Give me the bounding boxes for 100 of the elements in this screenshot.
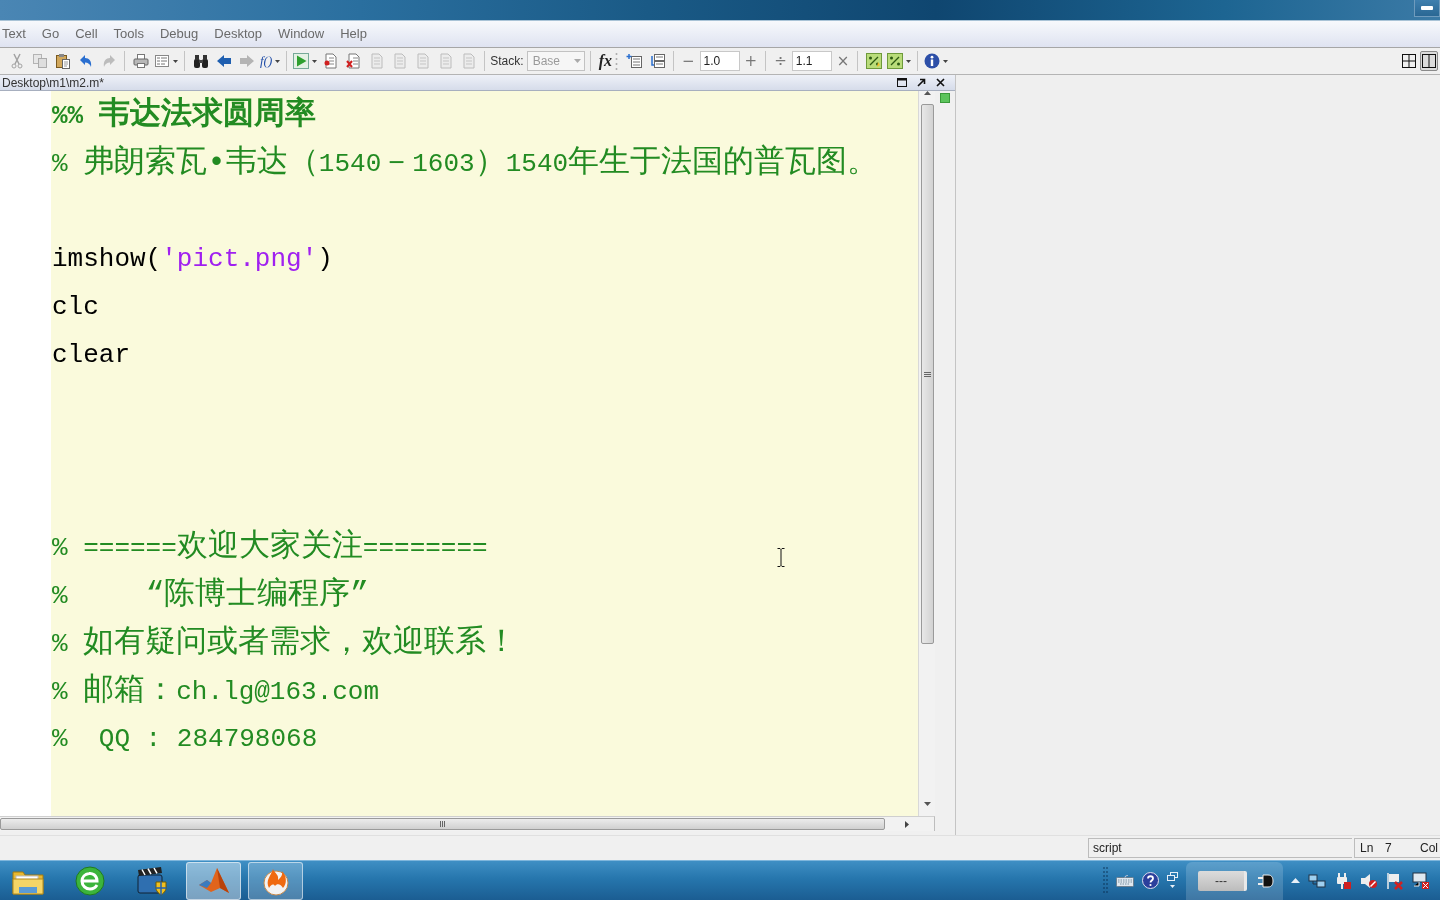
- battery-display: ---: [1198, 870, 1247, 891]
- flame-taskbar-button[interactable]: [248, 861, 303, 900]
- tray-button[interactable]: [1412, 871, 1430, 890]
- close-icon: [935, 78, 945, 87]
- document-icon: [391, 53, 408, 69]
- code-line: clear: [52, 339, 130, 372]
- line-label: Ln: [1360, 841, 1375, 855]
- info-icon: [924, 53, 941, 69]
- divide-button[interactable]: ÷: [771, 50, 790, 72]
- text-lines-icon: [154, 53, 170, 69]
- printer-icon: [132, 53, 149, 69]
- eval-cell-button[interactable]: [863, 50, 885, 72]
- clapperboard-icon: [135, 865, 168, 896]
- diagonal-arrow-icon: [916, 78, 926, 87]
- tray-button[interactable]: [1360, 872, 1378, 889]
- tray-button[interactable]: [1386, 871, 1404, 890]
- comment-line: % ======欢迎大家关注========: [52, 527, 488, 566]
- help-icon: [1142, 872, 1159, 889]
- cell-title-line: %% 韦达法求圆周率: [52, 95, 316, 134]
- network-icon: [1308, 872, 1326, 889]
- tray-button[interactable]: [1334, 871, 1352, 890]
- multiply-button[interactable]: ×: [833, 50, 853, 72]
- columns-icon: [1422, 54, 1436, 68]
- comment-line: % QQ : 284798068: [52, 723, 318, 756]
- menu-item[interactable]: Text: [2, 26, 26, 42]
- percent-square-icon: [865, 53, 882, 69]
- maximize-button[interactable]: [895, 76, 909, 89]
- comment-line: % 弗朗索瓦•韦达（1540－1603）1540年生于法国的普瓦图。: [52, 143, 879, 182]
- network-cross-icon: [1412, 871, 1430, 890]
- step-field[interactable]: 1.0: [699, 51, 740, 71]
- eval-cell-advance-button[interactable]: [886, 50, 913, 72]
- scissors-icon: [8, 53, 25, 69]
- code-line: imshow('pict.png'): [52, 243, 333, 276]
- menu-item[interactable]: Go: [41, 26, 60, 42]
- close-button[interactable]: [933, 76, 947, 89]
- grid-icon: [1402, 54, 1416, 68]
- caret-icon: [173, 59, 178, 63]
- menu-item[interactable]: Tools: [113, 26, 144, 42]
- copy-icon: [31, 53, 48, 69]
- speaker-muted-icon: [1360, 872, 1378, 889]
- restore-windows-icon: [1167, 871, 1178, 890]
- increment-button[interactable]: +: [741, 50, 761, 72]
- restore-button[interactable]: [1167, 871, 1178, 890]
- plug-icon: [1257, 872, 1275, 889]
- tile-layout-button[interactable]: [1400, 51, 1418, 71]
- power-plug-icon: [1334, 871, 1352, 890]
- function-button[interactable]: f(): [259, 50, 282, 72]
- line-number: 7: [1385, 841, 1393, 855]
- caret-icon: [312, 59, 318, 63]
- split-layout-button[interactable]: [1420, 51, 1438, 71]
- down-arrow-icon: [923, 802, 931, 806]
- keyboard-button[interactable]: [1116, 874, 1134, 887]
- scale-field[interactable]: 1.1: [791, 51, 832, 71]
- caret-icon: [943, 59, 949, 63]
- browser-icon: [74, 865, 105, 896]
- file-type-field: script: [1088, 838, 1352, 858]
- left-arrow-icon: [215, 53, 232, 69]
- comment-line: % “陈博士编程序”: [52, 575, 369, 614]
- status-square-icon: [940, 93, 950, 103]
- document-cross-icon: [345, 53, 362, 69]
- document-icon: [368, 53, 385, 69]
- minimize-button[interactable]: [1414, 0, 1440, 17]
- matlab-taskbar-button[interactable]: [186, 861, 241, 900]
- maximize-icon: [897, 78, 907, 87]
- menu-item[interactable]: Debug: [159, 26, 199, 42]
- insert-function-button[interactable]: fx: [595, 50, 615, 72]
- play-icon: [293, 53, 310, 69]
- document-plus-icon: [626, 53, 643, 69]
- grip-lines-icon: [440, 821, 445, 827]
- comment-line: % 如有疑问或者需求，欢迎联系！: [52, 623, 518, 662]
- tray-button[interactable]: [1308, 872, 1326, 889]
- horizontal-scrollbar[interactable]: [0, 816, 935, 831]
- caret-icon: [573, 59, 581, 63]
- editor-title: Desktop\m1\m2.m*: [1, 75, 105, 90]
- minimize-icon: [1421, 6, 1433, 10]
- vertical-scrollbar[interactable]: [918, 91, 935, 816]
- keyboard-icon: [1116, 874, 1134, 887]
- show-hidden-icons-button[interactable]: [1291, 878, 1300, 883]
- menu-item[interactable]: Window: [277, 26, 325, 42]
- menu-item[interactable]: Help: [340, 26, 367, 42]
- document-icon: [414, 53, 431, 69]
- column-label: Col: [1420, 841, 1438, 855]
- grip-dots-icon: [1103, 865, 1108, 896]
- menu-item[interactable]: Desktop: [214, 26, 262, 42]
- grip-dots-icon: [614, 52, 618, 70]
- help-tray-button[interactable]: [1142, 872, 1159, 889]
- menu-item[interactable]: Cell: [75, 26, 98, 42]
- stack-label: Stack:: [490, 54, 524, 68]
- percent-square-icon: [887, 53, 904, 69]
- caret-icon: [275, 59, 281, 63]
- decrement-button[interactable]: −: [678, 50, 698, 72]
- text-cursor-icon: [777, 548, 785, 567]
- clipboard-icon: [54, 53, 71, 69]
- binoculars-icon: [192, 53, 209, 69]
- right-arrow-icon: [905, 820, 909, 828]
- run-button[interactable]: [292, 50, 319, 72]
- flag-cross-icon: [1386, 871, 1404, 890]
- document-icon: [437, 53, 454, 69]
- up-arrow-icon: [923, 91, 931, 95]
- grip-lines-icon: [923, 371, 931, 377]
